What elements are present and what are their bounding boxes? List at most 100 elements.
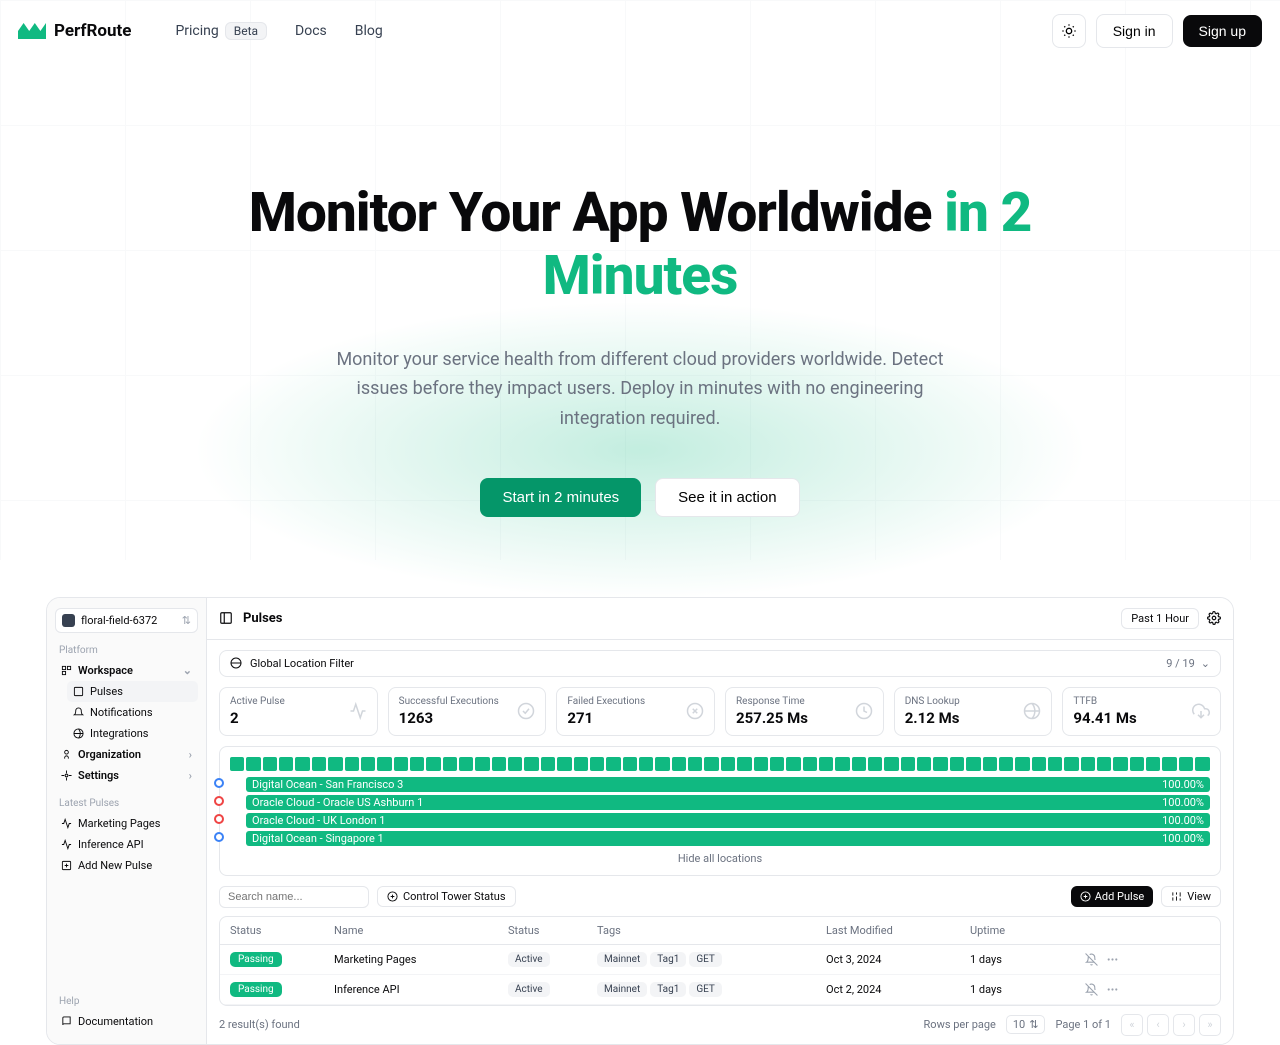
brand-logo[interactable]: PerfRoute: [18, 21, 131, 41]
page-first[interactable]: «: [1121, 1014, 1143, 1036]
hero-title-pre: Monitor Your App Worldwide: [249, 181, 944, 245]
nav-docs[interactable]: Docs: [295, 23, 327, 39]
sidebar-item-workspace[interactable]: Workspace ⌄: [55, 660, 198, 681]
sidebar-item-notifications[interactable]: Notifications: [67, 702, 198, 723]
bell-off-icon[interactable]: [1085, 953, 1098, 966]
location-row[interactable]: Digital Ocean - Singapore 1100.00%: [246, 831, 1210, 846]
theme-toggle[interactable]: [1052, 14, 1086, 48]
row-modified: Oct 3, 2024: [826, 953, 966, 966]
view-button[interactable]: View: [1161, 886, 1221, 907]
col-tags: Tags: [597, 924, 822, 937]
more-icon[interactable]: [1106, 953, 1119, 966]
col-status: Status: [230, 924, 330, 937]
location-name: Digital Ocean - Singapore 1: [252, 832, 384, 845]
sidebar-item-integrations[interactable]: Integrations: [67, 723, 198, 744]
col-name: Name: [334, 924, 504, 937]
dashboard-preview: floral-field-6372 ⇅ Platform Workspace ⌄…: [46, 597, 1234, 1045]
time-range[interactable]: Past 1 Hour: [1121, 608, 1199, 629]
panel-icon[interactable]: [219, 611, 233, 625]
activity-icon: [61, 818, 72, 829]
latest-pulse-2-label: Inference API: [78, 838, 144, 851]
stat-active-pulse: Active Pulse 2: [219, 687, 378, 736]
nav-docs-label: Docs: [295, 23, 327, 39]
stat-label: Active Pulse: [230, 696, 367, 707]
table-row[interactable]: Passing Inference API Active MainnetTag1…: [220, 975, 1220, 1005]
workspace-selector[interactable]: floral-field-6372 ⇅: [55, 608, 198, 633]
stat-value: 271: [567, 709, 704, 727]
sidebar-item-documentation[interactable]: Documentation: [55, 1011, 198, 1032]
stat-label: Response Time: [736, 696, 873, 707]
latest-pulse-2[interactable]: Inference API: [55, 834, 198, 855]
rows-value: 10: [1013, 1018, 1025, 1031]
signin-button[interactable]: Sign in: [1096, 14, 1173, 48]
logo-icon: [18, 23, 46, 39]
filter-label: Global Location Filter: [250, 657, 354, 670]
latest-pulse-1-label: Marketing Pages: [78, 817, 160, 830]
table-row[interactable]: Passing Marketing Pages Active MainnetTa…: [220, 945, 1220, 975]
search-input[interactable]: [219, 886, 369, 908]
page-indicator: Page 1 of 1: [1055, 1018, 1111, 1031]
workspace-name: floral-field-6372: [81, 614, 157, 627]
latest-pulse-1[interactable]: Marketing Pages: [55, 813, 198, 834]
location-row[interactable]: Oracle Cloud - UK London 1100.00%: [246, 813, 1210, 828]
location-row[interactable]: Digital Ocean - San Francisco 3100.00%: [246, 777, 1210, 792]
brand-name: PerfRoute: [54, 21, 131, 41]
nav-blog-label: Blog: [355, 23, 383, 39]
cta-demo[interactable]: See it in action: [655, 478, 799, 517]
nav-blog[interactable]: Blog: [355, 23, 383, 39]
add-new-pulse[interactable]: Add New Pulse: [55, 855, 198, 876]
location-pct: 100.00%: [1162, 796, 1204, 809]
gear-icon[interactable]: [1207, 611, 1221, 625]
clock-icon: [855, 702, 873, 720]
results-count: 2 result(s) found: [219, 1018, 300, 1031]
sidebar-workspace-label: Workspace: [78, 664, 133, 677]
stat-label: Failed Executions: [567, 696, 704, 707]
page-title: Pulses: [243, 611, 282, 626]
uptime-summary-bar: [230, 757, 1210, 771]
beta-badge: Beta: [225, 22, 267, 40]
pulse-icon: [73, 686, 84, 697]
page-next[interactable]: ›: [1173, 1014, 1195, 1036]
sidebar-pulses-label: Pulses: [90, 685, 123, 698]
bell-off-icon[interactable]: [1085, 983, 1098, 996]
hide-all-locations[interactable]: Hide all locations: [230, 852, 1210, 865]
nav-pricing[interactable]: Pricing Beta: [175, 22, 267, 40]
stat-value: 1263: [399, 709, 536, 727]
page-prev[interactable]: ‹: [1147, 1014, 1169, 1036]
rows-per-page-select[interactable]: 10⇅: [1006, 1015, 1046, 1034]
hero-subtitle: Monitor your service health from differe…: [320, 345, 960, 434]
sidebar-item-settings[interactable]: Settings ›: [55, 765, 198, 786]
workspace-icon: [62, 614, 75, 627]
location-row[interactable]: Oracle Cloud - Oracle US Ashburn 1 100.00…: [246, 795, 1210, 810]
stat-response-time: Response Time 257.25 Ms: [725, 687, 884, 736]
page-last[interactable]: »: [1199, 1014, 1221, 1036]
sidebar-item-pulses[interactable]: Pulses: [67, 681, 198, 702]
tag: Mainnet: [597, 952, 647, 967]
view-label: View: [1187, 890, 1211, 903]
sidebar-item-organization[interactable]: Organization ›: [55, 744, 198, 765]
col-modified: Last Modified: [826, 924, 966, 937]
stat-value: 2: [230, 709, 367, 727]
location-filter[interactable]: Global Location Filter 9 / 19 ⌄: [219, 650, 1221, 677]
plus-circle-icon: [1080, 891, 1091, 902]
activity-icon: [61, 839, 72, 850]
filter-count: 9 / 19: [1166, 657, 1195, 670]
add-new-pulse-label: Add New Pulse: [78, 859, 152, 872]
state-badge: Active: [508, 982, 550, 997]
location-name: Oracle Cloud - Oracle US Ashburn 1: [252, 796, 423, 809]
stat-label: TTFB: [1073, 696, 1210, 707]
stat-value: 2.12 Ms: [905, 709, 1042, 727]
signup-button[interactable]: Sign up: [1183, 15, 1262, 47]
status-badge: Passing: [230, 952, 282, 967]
plus-square-icon: [61, 860, 72, 871]
more-icon[interactable]: [1106, 983, 1119, 996]
control-tower-status[interactable]: Control Tower Status: [377, 886, 516, 907]
control-tower-label: Control Tower Status: [403, 890, 506, 903]
globe-icon: [1023, 702, 1041, 720]
add-pulse-button[interactable]: Add Pulse: [1071, 886, 1154, 907]
cta-start[interactable]: Start in 2 minutes: [480, 478, 641, 517]
bell-icon: [73, 707, 84, 718]
tag: Mainnet: [597, 982, 647, 997]
rows-per-page-label: Rows per page: [924, 1018, 996, 1031]
plus-circle-icon: [387, 891, 398, 902]
